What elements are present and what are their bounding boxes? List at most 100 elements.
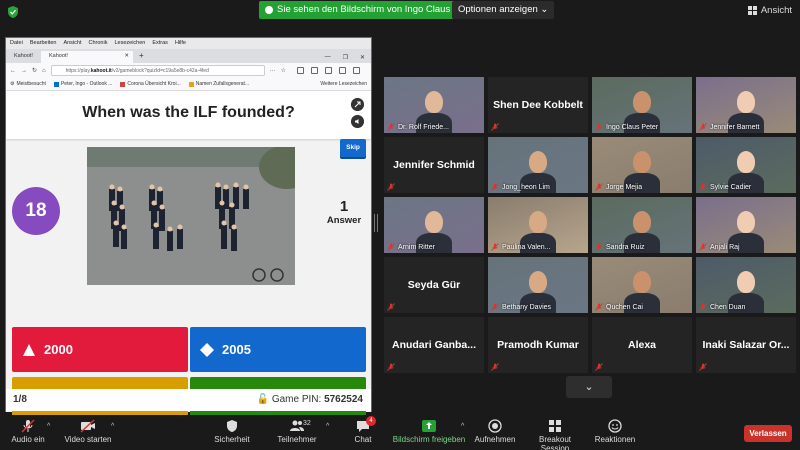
bookmark-folder[interactable]: Weitere Lesezeichen (320, 80, 367, 88)
view-button[interactable]: Ansicht (747, 5, 792, 16)
sidebar-icon[interactable] (311, 67, 319, 74)
split-view-handle[interactable] (374, 214, 378, 232)
reload-icon[interactable]: ↻ (32, 67, 37, 74)
participant-tile[interactable]: Inaki Salazar Or... (696, 317, 796, 373)
bookmark-star-icon[interactable]: ☆ (281, 67, 286, 74)
chevron-up-icon[interactable]: ^ (111, 423, 114, 430)
participant-name: Sylvie Cadier (710, 184, 752, 191)
mic-muted-icon (699, 183, 707, 191)
participant-tile[interactable]: Shen Dee Kobbelt (488, 77, 588, 133)
participant-tile[interactable]: Sylvie Cadier (696, 137, 796, 193)
participant-tile[interactable]: Jorge Mejia (592, 137, 692, 193)
triangle-icon (23, 343, 35, 356)
bookmark-label: Weitere Lesezeichen (320, 81, 367, 87)
security-button[interactable]: Sicherheit (213, 419, 251, 444)
menu-item[interactable]: Datei (10, 40, 23, 47)
participant-name: Pramodh Kumar (497, 339, 579, 351)
new-tab-button[interactable]: + (133, 51, 150, 63)
chevron-up-icon[interactable]: ^ (47, 423, 50, 430)
account-icon[interactable] (325, 67, 333, 74)
reactions-button[interactable]: Reaktionen (594, 419, 636, 444)
participants-label: Teilnehmer (277, 435, 317, 444)
video-label: Video starten (64, 435, 112, 444)
close-tab-icon[interactable]: ✕ (124, 53, 129, 59)
menu-icon[interactable] (353, 67, 361, 74)
participant-tile[interactable]: Seyda Gür (384, 257, 484, 313)
window-controls: — ❐ ✕ (319, 52, 371, 63)
library-icon[interactable] (297, 67, 305, 74)
participant-tile[interactable]: Quchen Cai (592, 257, 692, 313)
browser-tab-active[interactable]: Kahoot! ✕ (40, 51, 133, 63)
extension-icon[interactable] (339, 67, 347, 74)
participant-tile[interactable]: Pramodh Kumar (488, 317, 588, 373)
toolbar-extensions (297, 67, 361, 74)
audio-button[interactable]: Audio ein (10, 419, 46, 444)
breakout-rooms-button[interactable]: Breakout Session (524, 419, 586, 450)
mic-muted-icon (595, 123, 603, 131)
more-icon[interactable]: ··· (270, 68, 276, 74)
bookmark-item[interactable]: Corona Übersicht Kroi... (120, 80, 181, 88)
bookmark-item[interactable]: Peter, Ingo - Outlook ... (53, 80, 112, 88)
chevron-up-icon[interactable]: ^ (461, 423, 464, 430)
menu-item[interactable]: Chronik (89, 40, 108, 47)
bookmark-item[interactable]: ⚙ Meistbesucht (10, 80, 46, 88)
screen-share-indicator: Sie sehen den Bildschirm von Ingo Claus … (259, 1, 484, 19)
browser-menu-bar: Datei Bearbeiten Ansicht Chronik Lesezei… (6, 38, 371, 49)
answer-option-red[interactable]: 2000 (12, 327, 188, 372)
participant-tile[interactable]: Arnim Ritter (384, 197, 484, 253)
participant-tile[interactable]: Anjali Raj (696, 197, 796, 253)
participant-tile[interactable]: Anudari Ganba... (384, 317, 484, 373)
participant-tile[interactable]: Jong_heon Lim (488, 137, 588, 193)
mic-muted-icon (387, 123, 395, 131)
leave-meeting-button[interactable]: Verlassen (744, 425, 792, 442)
close-window-icon[interactable]: ✕ (360, 54, 365, 61)
browser-tab[interactable]: Kahoot! (6, 51, 41, 63)
participant-tile[interactable]: Bethany Davies (488, 257, 588, 313)
menu-item[interactable]: Ansicht (63, 40, 81, 47)
chat-button[interactable]: Chat 4 (352, 416, 376, 444)
share-screen-button[interactable]: Bildschirm freigeben (392, 419, 466, 444)
forward-icon[interactable]: → (21, 68, 27, 74)
mic-muted-icon (699, 123, 707, 131)
menu-item[interactable]: Bearbeiten (30, 40, 57, 47)
menu-item[interactable]: Extras (152, 40, 168, 47)
minimize-icon[interactable]: — (325, 54, 331, 61)
participant-tile[interactable]: Jennifer Barnett (696, 77, 796, 133)
gallery-page-down-button[interactable]: ⌄ (566, 376, 612, 398)
bookmark-label: Namen Zufallsgenerat... (195, 81, 250, 87)
participant-tile[interactable]: Sandra Ruiz (592, 197, 692, 253)
record-button[interactable]: Aufnehmen (474, 419, 516, 444)
view-options-button[interactable]: Optionen anzeigen ⌄ (452, 1, 555, 19)
chevron-down-icon: ⌄ (540, 4, 549, 15)
address-bar[interactable]: https://play.kahoot.it/v2/gameblock?quiz… (50, 65, 265, 76)
question-bar: When was the ILF founded? (6, 91, 371, 139)
volume-icon[interactable] (351, 115, 364, 128)
person-face (425, 91, 443, 113)
skip-button[interactable]: Skip (340, 139, 366, 157)
shield-icon[interactable] (6, 5, 20, 19)
video-button[interactable]: Video starten (62, 419, 114, 444)
participant-tile[interactable]: Paulina Valen... (488, 197, 588, 253)
game-pin: 🔓 Game PIN: 5762524 (257, 394, 363, 405)
bookmark-label: Corona Übersicht Kroi... (127, 81, 181, 87)
bookmark-label: Meistbesucht (16, 81, 46, 87)
participant-tile[interactable]: Alexa (592, 317, 692, 373)
home-icon[interactable]: ⌂ (42, 68, 46, 74)
audio-label: Audio ein (11, 435, 45, 444)
participant-tile[interactable]: Dr. Rolf Friede... (384, 77, 484, 133)
bookmark-item[interactable]: Namen Zufallsgenerat... (188, 80, 250, 88)
maximize-icon[interactable]: ❐ (343, 54, 348, 61)
menu-item[interactable]: Lesezeichen (114, 40, 145, 47)
chevron-up-icon[interactable]: ^ (326, 423, 329, 430)
participant-tile[interactable]: Chen Duan (696, 257, 796, 313)
group-photo-illustration (87, 147, 295, 285)
answer-option-blue[interactable]: 2005 (190, 327, 366, 372)
participant-name: Jong_heon Lim (502, 184, 550, 191)
participant-tile[interactable]: Jennifer Schmid (384, 137, 484, 193)
participants-button[interactable]: Teilnehmer 32 (277, 419, 317, 444)
participant-tile[interactable]: Ingo Claus Peter (592, 77, 692, 133)
fullscreen-icon[interactable] (351, 98, 364, 111)
menu-item[interactable]: Hilfe (175, 40, 186, 47)
back-icon[interactable]: ← (10, 68, 16, 74)
grid-view-icon (747, 6, 757, 15)
